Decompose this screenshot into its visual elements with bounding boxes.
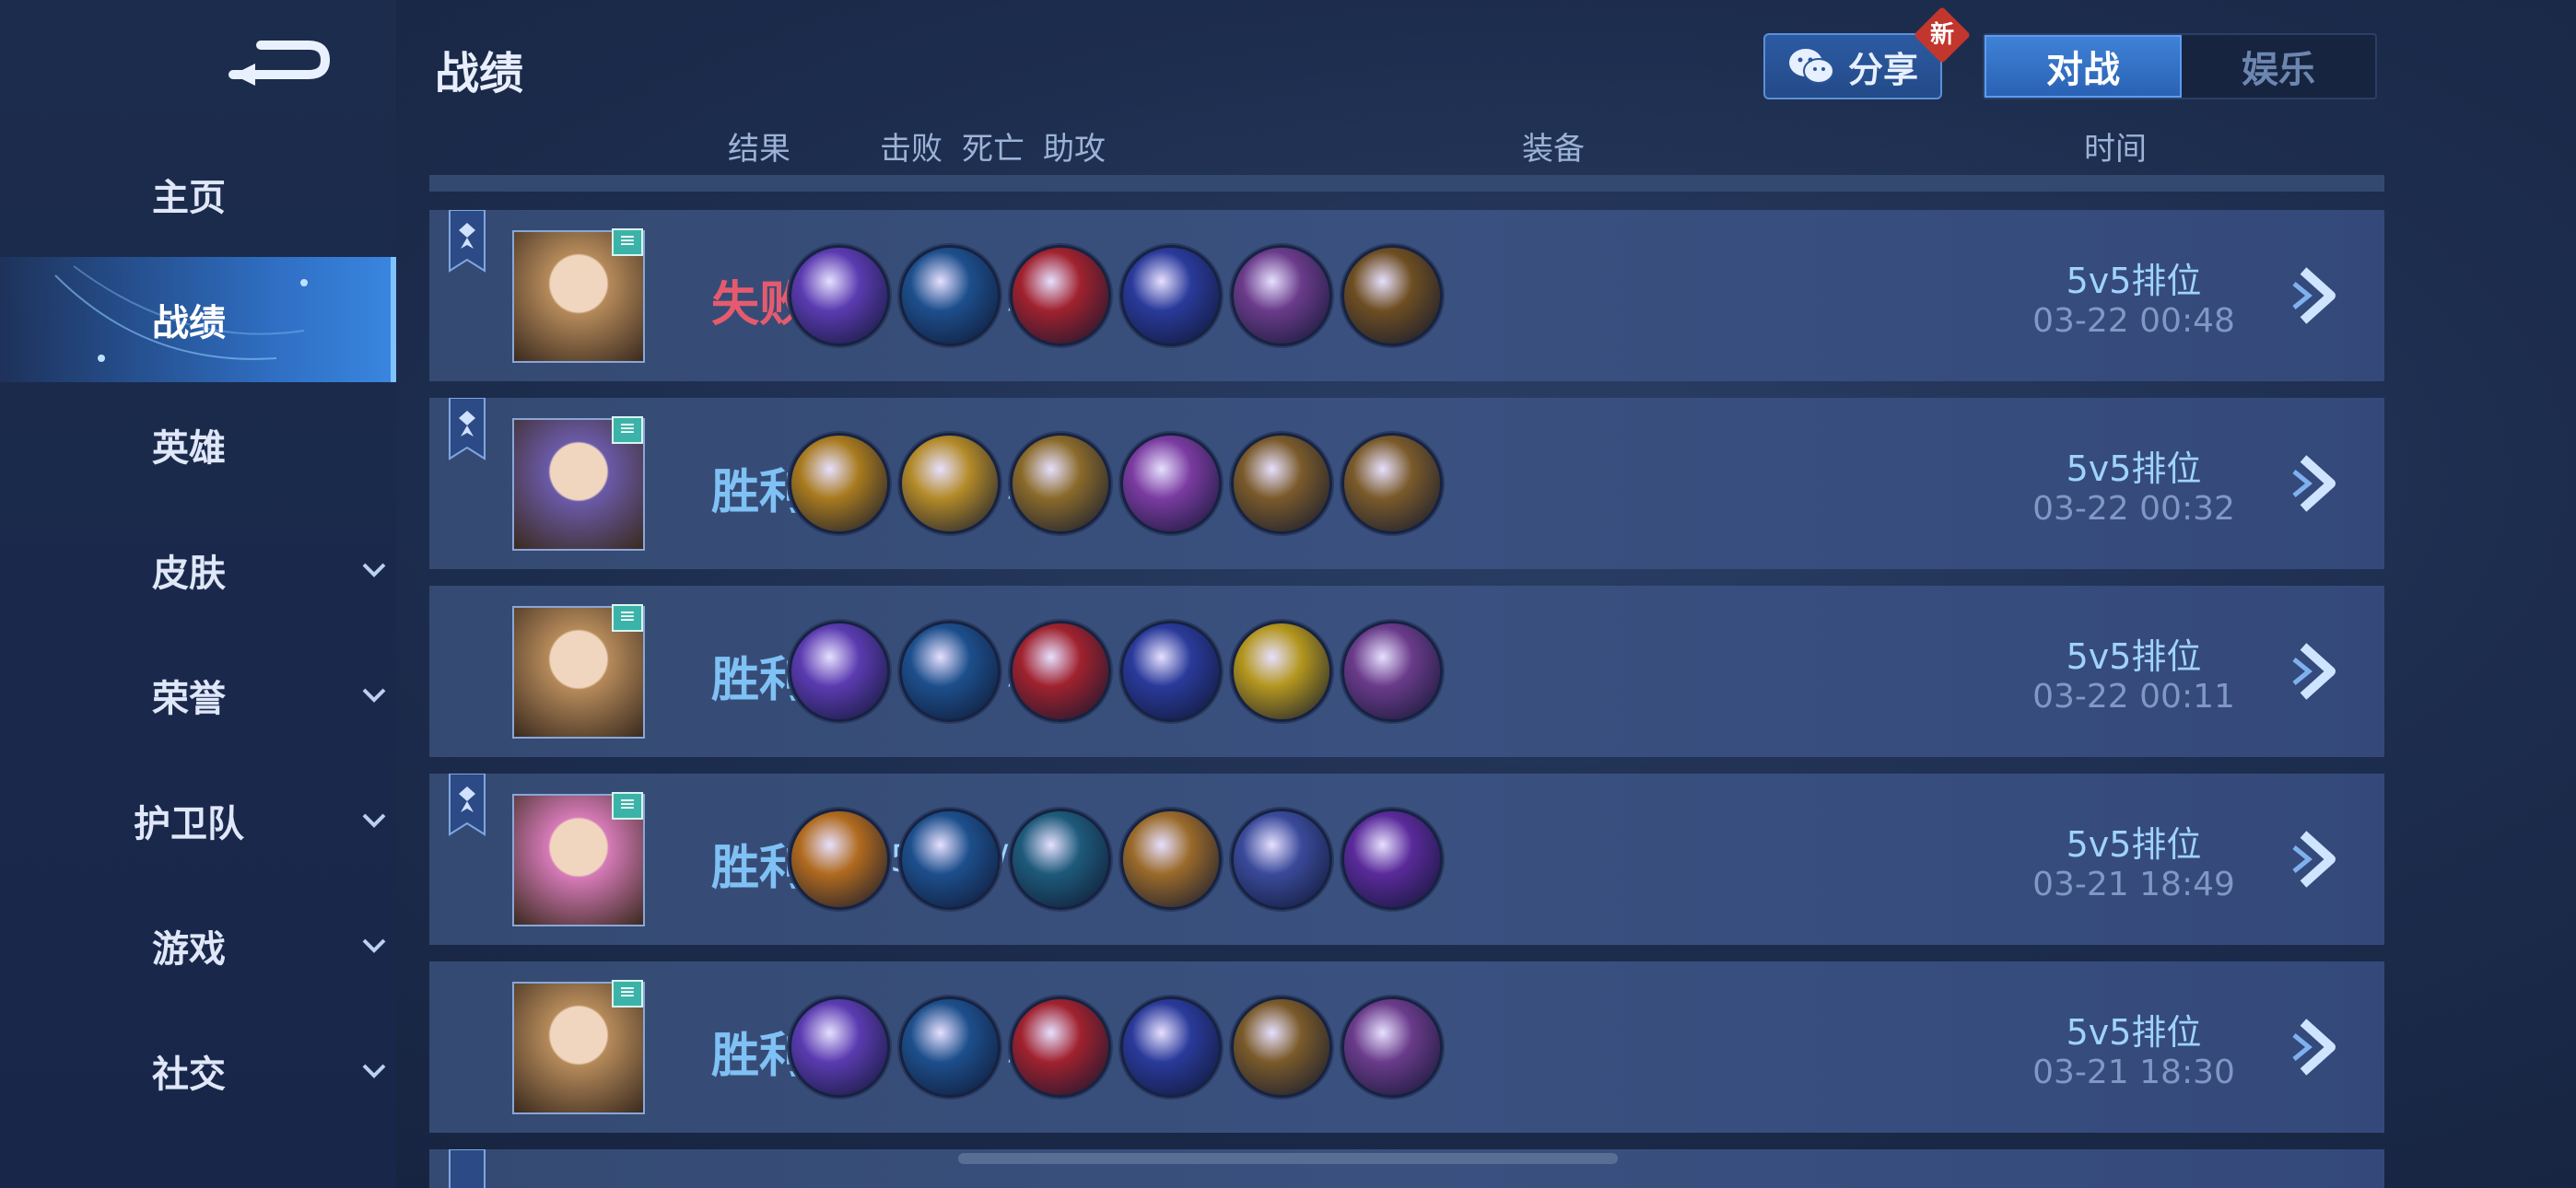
equipment-item-icon [1341, 245, 1443, 346]
sidebar-item-record[interactable]: 战绩 [0, 257, 396, 382]
ribbon-icon [449, 1149, 486, 1188]
sidebar-item-label: 英雄 [152, 427, 226, 470]
sidebar-item-honors[interactable]: 荣誉 [0, 633, 396, 758]
game-mode: 5v5排位 [2066, 448, 2202, 489]
sidebar-item-label: 主页 [152, 177, 226, 219]
table-row[interactable]: ≡胜利3 / 2 / 85v5排位03-22 00:32 [429, 398, 2384, 569]
chevron-down-icon [362, 813, 386, 828]
equipment-item-icon [899, 433, 1001, 534]
equipment-item-icon [789, 809, 890, 910]
equipment-item-icon [1231, 809, 1332, 910]
match-time: 03-21 18:49 [2032, 866, 2235, 903]
equipment-item-icon [1010, 809, 1111, 910]
match-time: 03-21 18:30 [2032, 1054, 2235, 1091]
new-badge-label: 新 [1929, 21, 1954, 49]
share-button[interactable]: 分享 [1763, 33, 1942, 99]
equipment-item-icon [1010, 245, 1111, 346]
column-header-kills: 击败 [880, 131, 943, 168]
chevron-down-icon [362, 688, 386, 703]
sidebar-item-home[interactable]: 主页 [0, 132, 396, 257]
equipment-item-icon [1120, 433, 1222, 534]
equipment-item-icon [1341, 809, 1443, 910]
table-row[interactable]: ≡胜利1 / 3 / 95v5排位03-21 18:30 [429, 961, 2384, 1133]
column-header-time: 时间 [2084, 131, 2147, 168]
position-tag-icon: ≡ [612, 792, 643, 820]
equipment-item-icon [789, 621, 890, 722]
chevron-down-icon [362, 938, 386, 953]
tab-entertainment[interactable]: 娱乐 [2182, 35, 2375, 98]
sidebar-item-social[interactable]: 社交 [0, 1008, 396, 1134]
game-mode: 5v5排位 [2066, 1012, 2202, 1053]
sidebar-item-games[interactable]: 游戏 [0, 883, 396, 1008]
ribbon-icon [449, 774, 486, 836]
equipment-item-icon [1341, 996, 1443, 1098]
equipment-item-icon [1120, 621, 1222, 722]
tab-battle[interactable]: 对战 [1985, 35, 2182, 98]
column-header-equipment: 装备 [1522, 131, 1585, 168]
horizontal-scrollbar[interactable] [958, 1153, 1618, 1164]
equipment-item-icon [789, 245, 890, 346]
chevron-right-icon[interactable] [2290, 827, 2346, 891]
equipment-item-icon [1120, 996, 1222, 1098]
sidebar-item-label: 护卫队 [134, 803, 244, 845]
back-button[interactable] [221, 33, 337, 94]
game-mode: 5v5排位 [2066, 261, 2202, 301]
equipment-item-icon [1120, 809, 1222, 910]
position-tag-icon: ≡ [612, 416, 643, 444]
chevron-right-icon[interactable] [2290, 451, 2346, 516]
equipment-item-icon [1231, 433, 1332, 534]
equipment-item-icon [1341, 433, 1443, 534]
position-tag-icon: ≡ [612, 980, 643, 1007]
share-label: 分享 [1847, 49, 1918, 90]
header-divider [429, 175, 2384, 192]
game-mode: 5v5排位 [2066, 824, 2202, 865]
equipment-item-icon [1231, 996, 1332, 1098]
table-row[interactable]: ≡失败1 / 4 / 25v5排位03-22 00:48 [429, 210, 2384, 381]
match-time: 03-22 00:11 [2032, 678, 2235, 716]
sidebar-item-label: 游戏 [152, 928, 226, 971]
mode-tabs: 对战 娱乐 [1983, 33, 2377, 99]
equipment-item-icon [1120, 245, 1222, 346]
sidebar-item-label: 社交 [152, 1054, 226, 1096]
ribbon-icon [449, 210, 486, 273]
position-tag-icon: ≡ [612, 228, 643, 256]
sidebar-item-label: 荣誉 [152, 678, 226, 720]
equipment-item-icon [1231, 245, 1332, 346]
equipment-item-icon [789, 433, 890, 534]
back-arrow-icon [228, 41, 331, 86]
equipment-item-icon [1010, 621, 1111, 722]
chevron-right-icon[interactable] [2290, 1015, 2346, 1079]
sidebar-item-guard-team[interactable]: 护卫队 [0, 758, 396, 883]
sidebar-item-label: 皮肤 [152, 553, 226, 595]
sidebar-item-skins[interactable]: 皮肤 [0, 507, 396, 633]
column-header-result: 结果 [728, 131, 790, 168]
column-header-deaths: 死亡 [962, 131, 1025, 168]
equipment-item-icon [1010, 996, 1111, 1098]
equipment-item-icon [899, 245, 1001, 346]
column-header-assists: 助攻 [1043, 131, 1106, 168]
table-row[interactable]: ≡胜利5 / 7 / 225v5排位03-21 18:49 [429, 774, 2384, 945]
equipment-item-icon [1341, 621, 1443, 722]
equipment-item-icon [789, 996, 890, 1098]
sidebar: 主页 战绩 英雄 皮肤 荣誉 护卫队 游戏 社交 [0, 0, 396, 1188]
chevron-down-icon [362, 1064, 386, 1078]
page-title: 战绩 [435, 48, 524, 99]
equipment-item-icon [1010, 433, 1111, 534]
sidebar-item-label: 战绩 [152, 302, 226, 344]
wechat-icon [1788, 49, 1834, 84]
ribbon-icon [449, 398, 486, 460]
equipment-item-icon [899, 996, 1001, 1098]
table-row[interactable]: ≡胜利2 / 4 / 75v5排位03-22 00:11 [429, 586, 2384, 757]
equipment-item-icon [899, 809, 1001, 910]
position-tag-icon: ≡ [612, 604, 643, 632]
chevron-right-icon[interactable] [2290, 639, 2346, 704]
equipment-item-icon [899, 621, 1001, 722]
game-mode: 5v5排位 [2066, 636, 2202, 677]
sidebar-item-heroes[interactable]: 英雄 [0, 382, 396, 507]
match-time: 03-22 00:32 [2032, 490, 2235, 528]
match-time: 03-22 00:48 [2032, 302, 2235, 340]
chevron-down-icon [362, 563, 386, 577]
equipment-item-icon [1231, 621, 1332, 722]
chevron-right-icon[interactable] [2290, 263, 2346, 328]
